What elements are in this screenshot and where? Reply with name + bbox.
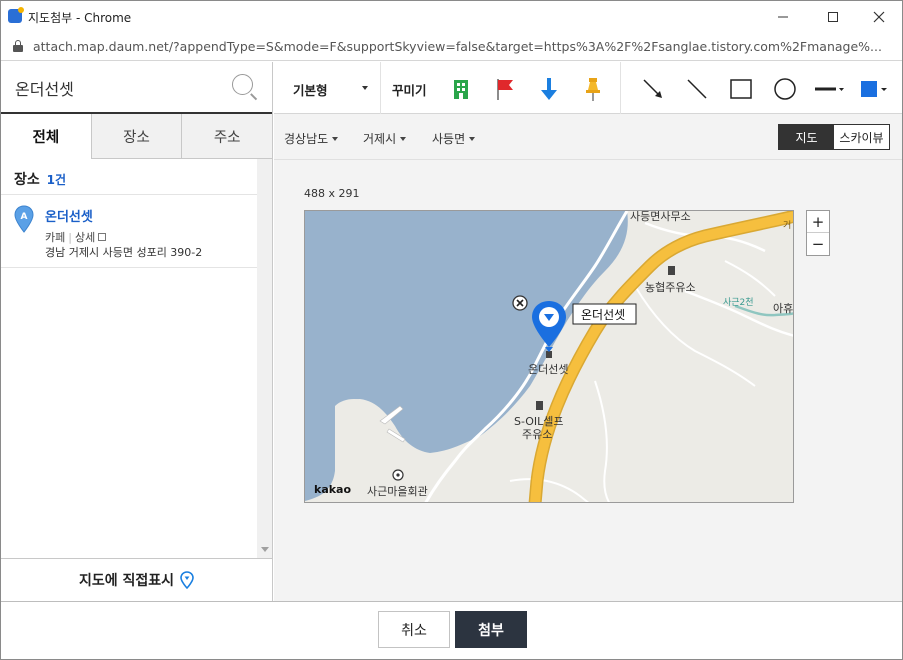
marker-label-text: 온더선셋: [581, 308, 625, 322]
scroll-down-icon[interactable]: [261, 547, 269, 552]
marker-a-icon: A: [14, 205, 34, 233]
flag-icon[interactable]: [492, 76, 518, 102]
pushpin-icon[interactable]: [580, 76, 606, 102]
direct-mark-button[interactable]: 지도에 직접표시: [1, 558, 272, 601]
toolbar-divider: [620, 62, 621, 114]
map-type-toggle: 지도 스카이뷰: [778, 124, 890, 150]
marker-letter: A: [21, 212, 28, 222]
map-label-office: 사등면사무소: [630, 211, 691, 223]
building-icon[interactable]: [448, 76, 474, 102]
region-city: 거제시: [363, 132, 397, 146]
bottom-bar: 취소 첨부: [1, 601, 902, 659]
result-heading-label: 장소: [14, 172, 40, 188]
zoom-out-button[interactable]: −: [807, 233, 829, 255]
result-tabs: 전체 장소 주소: [1, 114, 273, 159]
location-pin-icon: [180, 571, 194, 589]
result-address: 경남 거제시 사등면 성포리 390-2: [45, 246, 203, 259]
basic-style-dropdown[interactable]: 기본형: [293, 80, 328, 99]
tab-all[interactable]: 전체: [1, 114, 91, 159]
detail-link[interactable]: 상세: [75, 231, 95, 244]
title-bar: 지도첨부 - Chrome: [1, 1, 902, 33]
maximize-button[interactable]: [815, 5, 851, 29]
gas-station-icon: [536, 401, 543, 410]
tab-place[interactable]: 장소: [90, 114, 182, 159]
map-label-gas2b: 주유소: [522, 428, 552, 441]
result-heading: 장소 1건: [14, 169, 66, 189]
region-bar: 경상남도 거제시 사등면 지도 스카이뷰: [274, 114, 902, 160]
search-panel: 전체 장소 주소 장소 1건 A 온더선셋 카페|상세 경남 거제시 사등면 성…: [1, 62, 273, 601]
line-style-icon[interactable]: [812, 76, 846, 102]
result-name-link[interactable]: 온더선셋: [45, 206, 93, 225]
kakao-logo: kakao: [314, 483, 351, 496]
maximize-icon: [828, 12, 838, 22]
circle-icon[interactable]: [772, 76, 798, 102]
zoom-control: + −: [806, 210, 830, 256]
region-province: 경상남도: [284, 132, 329, 146]
direct-mark-label: 지도에 직접표시: [78, 573, 175, 589]
map-view[interactable]: 사등면사무소 거 농협주유소 사근2천 아휴 온더선셋 S-OIL셀프 주유소 …: [304, 210, 794, 503]
search-icon[interactable]: [232, 74, 258, 100]
minimize-button[interactable]: [765, 5, 801, 29]
arrow-down-icon[interactable]: [536, 76, 562, 102]
tab-address[interactable]: 주소: [181, 114, 273, 159]
cancel-button[interactable]: 취소: [378, 611, 450, 648]
search-input[interactable]: [15, 76, 215, 100]
url-text: attach.map.daum.net/?appendType=S&mode=F…: [33, 39, 882, 54]
zoom-in-button[interactable]: +: [807, 211, 829, 233]
map-label-hall: 사근마을회관: [367, 485, 428, 498]
map-label-poi: 온더선셋: [528, 363, 568, 376]
region-province-dropdown[interactable]: 경상남도: [284, 130, 339, 147]
cafe-poi-icon: [546, 351, 552, 358]
delete-marker-button[interactable]: [512, 295, 528, 311]
map-label-gas2a: S-OIL셀프: [514, 415, 564, 428]
toolbar-divider: [380, 62, 381, 114]
chevron-down-icon: [469, 137, 476, 141]
map-type-skyview-button[interactable]: 스카이뷰: [834, 125, 889, 149]
address-bar[interactable]: attach.map.daum.net/?appendType=S&mode=F…: [1, 33, 902, 61]
gas-station-icon: [668, 266, 675, 275]
daum-app-icon: [8, 7, 24, 23]
arrow-line-icon[interactable]: [640, 76, 666, 102]
map-size-label: 488 x 291: [304, 187, 360, 200]
map-canvas: 488 x 291 사등면사무소 거 농협주유소 사근2천 아휴 온더선셋 S-…: [274, 160, 902, 601]
close-button[interactable]: [861, 5, 897, 29]
chevron-down-icon: [332, 137, 339, 141]
result-count: 1건: [46, 173, 67, 187]
search-box: [1, 62, 272, 114]
chevron-down-icon: [400, 137, 407, 141]
attach-button[interactable]: 첨부: [455, 611, 527, 648]
map-label-edge: 아휴: [773, 302, 793, 315]
region-town: 사등면: [432, 132, 466, 146]
map-toolbar: 기본형 꾸미기: [274, 62, 902, 114]
result-category: 카페: [45, 231, 66, 244]
color-picker-icon[interactable]: [858, 76, 890, 102]
popup-window: 지도첨부 - Chrome attach.map.daum.net/?appen…: [0, 0, 903, 660]
region-town-dropdown[interactable]: 사등면: [432, 130, 476, 147]
map-label-gas1: 농협주유소: [645, 281, 696, 294]
map-label-road: 거: [783, 220, 791, 231]
region-city-dropdown[interactable]: 거제시: [363, 130, 407, 147]
map-svg[interactable]: 사등면사무소 거 농협주유소 사근2천 아휴 온더선셋 S-OIL셀프 주유소 …: [305, 211, 794, 503]
window-title: 지도첨부 - Chrome: [28, 11, 132, 25]
result-scrollbar[interactable]: [257, 159, 272, 559]
line-icon[interactable]: [684, 76, 710, 102]
external-link-icon: [98, 233, 107, 241]
minimize-icon: [778, 16, 788, 18]
result-category-row: 카페 | 상세: [45, 229, 107, 245]
list-item[interactable]: A 온더선셋 카페 | 상세 경남 거제시 사등면 성포리 390-2: [1, 195, 257, 268]
rectangle-icon[interactable]: [728, 76, 754, 102]
decorate-label: 꾸미기: [392, 83, 427, 98]
map-label-stream: 사근2천: [723, 297, 754, 308]
close-icon: [873, 11, 885, 23]
lock-icon: [13, 40, 23, 52]
map-type-map-button[interactable]: 지도: [779, 125, 834, 149]
chevron-down-icon[interactable]: [362, 86, 368, 90]
